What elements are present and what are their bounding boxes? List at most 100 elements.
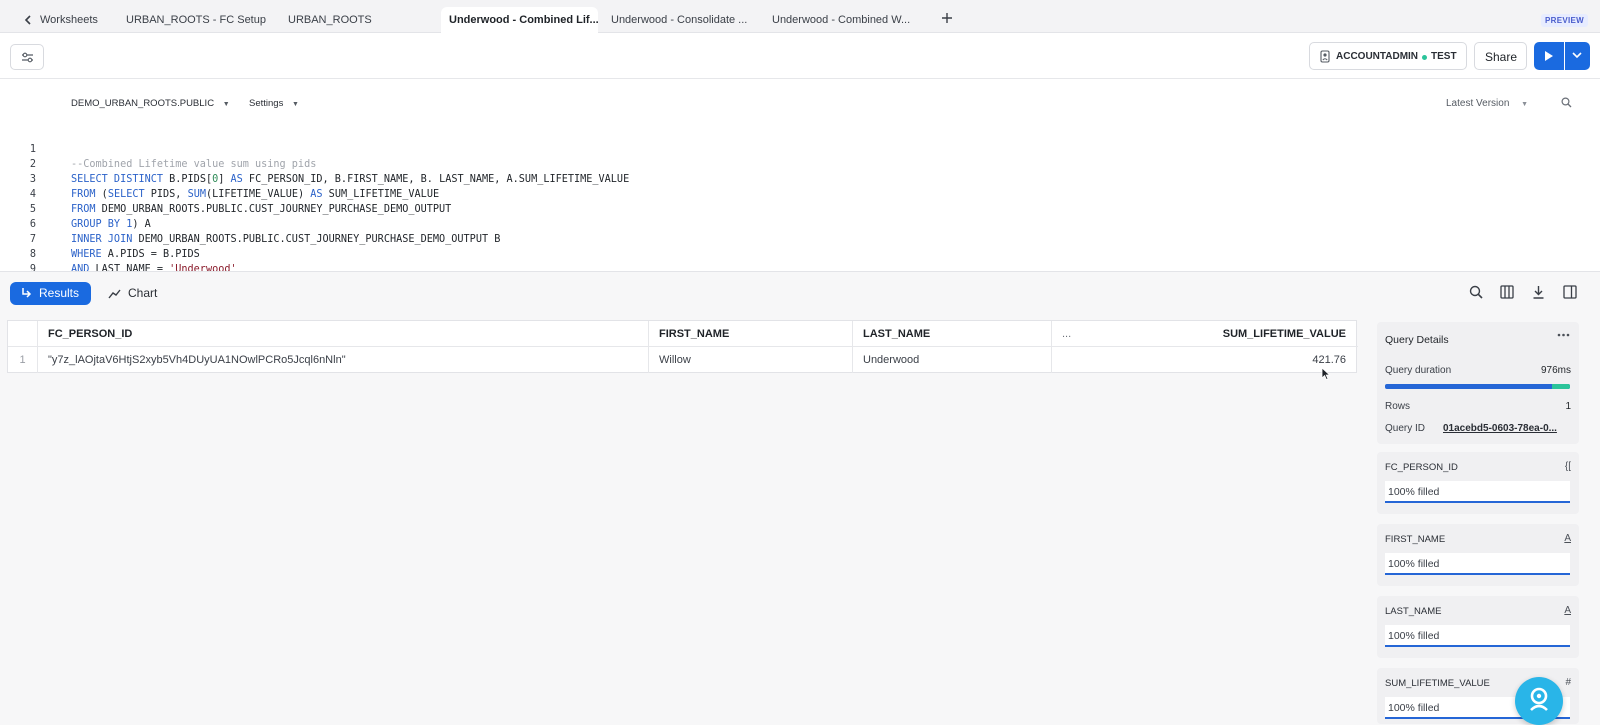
- column-card-title: FC_PERSON_ID: [1385, 462, 1458, 473]
- run-options-button[interactable]: [1565, 42, 1590, 70]
- sql-editor[interactable]: DEMO_URBAN_ROOTS.PUBLIC ▼ Settings ▼ Lat…: [0, 79, 1600, 272]
- column-fill-status: 100% filled: [1385, 625, 1570, 647]
- tab-underwood-consolidate[interactable]: Underwood - Consolidate ...: [603, 7, 755, 33]
- code-line: 8 AND LAST_NAME = 'Underwood': [0, 232, 237, 271]
- code-line: 1 --Combined Lifetime value sum using pi…: [0, 127, 316, 170]
- tab-label: URBAN_ROOTS: [288, 14, 372, 26]
- rows-label: Rows: [1385, 401, 1411, 412]
- warehouse-status-dot: [1422, 55, 1427, 60]
- tab-underwood-combined-lif[interactable]: Underwood - Combined Lif...: [441, 7, 598, 33]
- tab-label: Underwood - Consolidate ...: [611, 14, 748, 26]
- sliders-icon: [21, 52, 34, 63]
- tab-underwood-combined-w[interactable]: Underwood - Combined W...: [764, 7, 916, 33]
- line-chart-icon: [108, 288, 121, 299]
- column-fill-status: 100% filled: [1385, 481, 1570, 503]
- add-tab-icon[interactable]: [941, 12, 953, 24]
- settings-label: Settings: [249, 98, 284, 109]
- grid-header: FC_PERSON_ID FIRST_NAME LAST_NAME ... SU…: [8, 321, 1358, 347]
- settings-menu[interactable]: Settings ▼: [249, 98, 299, 109]
- query-id-label: Query ID: [1385, 423, 1426, 434]
- code-text: AND LAST_NAME = 'Underwood': [71, 264, 237, 272]
- tab-label: Underwood - Combined Lif...: [449, 14, 598, 26]
- columns-icon[interactable]: [1500, 285, 1514, 299]
- results-grid: FC_PERSON_ID FIRST_NAME LAST_NAME ... SU…: [7, 320, 1358, 373]
- column-header-first-name[interactable]: FIRST_NAME: [649, 321, 853, 347]
- text-type-icon: A: [1564, 605, 1571, 616]
- assistant-button[interactable]: [1515, 677, 1563, 725]
- column-header-fc-person-id[interactable]: FC_PERSON_ID: [38, 321, 649, 347]
- code-text: WHERE A.PIDS = B.PIDS: [71, 249, 200, 260]
- context-label: DEMO_URBAN_ROOTS.PUBLIC: [71, 98, 215, 109]
- query-id-link[interactable]: 01acebd5-0603-78ea-0...: [1443, 423, 1573, 434]
- column-card-last-name[interactable]: LAST_NAME A 100% filled: [1377, 596, 1579, 658]
- version-selector[interactable]: Latest Version ▼: [1446, 98, 1528, 109]
- table-row[interactable]: 1 "y7z_lAOjtaV6HtjS2xyb5Vh4DUyUA1NOwlPCR…: [8, 347, 1358, 373]
- code-text: FROM (SELECT PIDS, SUM(LIFETIME_VALUE) A…: [71, 189, 440, 200]
- query-duration-label: Query duration: [1385, 365, 1452, 376]
- code-text: INNER JOIN DEMO_URBAN_ROOTS.PUBLIC.CUST_…: [71, 234, 501, 245]
- tab-bar: Worksheets URBAN_ROOTS - FC Setup URBAN_…: [0, 0, 1600, 33]
- query-details-card: Query Details Query duration 976ms Rows …: [1377, 322, 1579, 444]
- row-number-header: [8, 321, 38, 347]
- column-fill-status: 100% filled: [1385, 553, 1570, 575]
- query-details-title: Query Details: [1385, 334, 1449, 346]
- editor-search-icon[interactable]: [1561, 97, 1572, 108]
- role-icon: [1320, 50, 1330, 63]
- role-warehouse-selector[interactable]: ACCOUNTADMIN TEST: [1309, 42, 1467, 70]
- column-header-sum-lifetime-value[interactable]: ... SUM_LIFETIME_VALUE: [1052, 321, 1356, 347]
- column-header-last-name[interactable]: LAST_NAME: [853, 321, 1052, 347]
- results-search-icon[interactable]: [1469, 285, 1483, 299]
- column-menu-icon[interactable]: ...: [1062, 321, 1071, 347]
- row-number: 1: [8, 347, 38, 373]
- results-tab[interactable]: Results: [10, 282, 91, 305]
- run-button[interactable]: [1534, 42, 1564, 70]
- cell-last-name[interactable]: Underwood: [853, 347, 1052, 373]
- code-line: 3 FROM (SELECT PIDS, SUM(LIFETIME_VALUE)…: [0, 157, 439, 200]
- share-button[interactable]: Share: [1474, 42, 1527, 70]
- cell-first-name[interactable]: Willow: [649, 347, 853, 373]
- code-text: --Combined Lifetime value sum using pids: [71, 159, 317, 170]
- code-line: 5 GROUP BY 1) A: [0, 187, 151, 230]
- split-panel-icon[interactable]: [1563, 285, 1577, 299]
- download-icon[interactable]: [1532, 285, 1545, 299]
- tab-worksheets[interactable]: Worksheets: [16, 7, 106, 33]
- caret-down-icon: ▼: [1521, 101, 1529, 108]
- role-label: ACCOUNTADMIN: [1336, 51, 1419, 62]
- results-arrow-icon: [20, 287, 32, 299]
- tab-urban-roots-fc-setup[interactable]: URBAN_ROOTS - FC Setup: [118, 7, 274, 33]
- column-card-title: SUM_LIFETIME_VALUE: [1385, 678, 1490, 689]
- caret-down-icon: ▼: [222, 101, 230, 108]
- mouse-cursor-icon: [1321, 367, 1331, 381]
- caret-down-icon: ▼: [291, 101, 299, 108]
- more-options-icon[interactable]: [1557, 333, 1570, 337]
- version-label: Latest Version: [1446, 98, 1510, 109]
- tab-label: URBAN_ROOTS - FC Setup: [126, 14, 266, 26]
- column-card-fc-person-id[interactable]: FC_PERSON_ID {[ 100% filled: [1377, 452, 1579, 514]
- results-toolbar: Results Chart: [0, 272, 1600, 312]
- code-line: 10: [0, 262, 25, 271]
- share-label: Share: [1485, 50, 1518, 64]
- tab-label: Underwood - Combined W...: [772, 14, 911, 26]
- column-card-first-name[interactable]: FIRST_NAME A 100% filled: [1377, 524, 1579, 586]
- rows-value: 1: [1565, 401, 1571, 412]
- code-text: GROUP BY 1) A: [71, 219, 151, 230]
- preview-badge: PREVIEW: [1541, 14, 1588, 27]
- filters-button[interactable]: [10, 44, 44, 70]
- code-line: 6 INNER JOIN DEMO_URBAN_ROOTS.PUBLIC.CUS…: [0, 202, 501, 245]
- query-duration-bar-tail: [1552, 384, 1570, 389]
- worksheet-toolbar: ACCOUNTADMIN TEST Share: [0, 33, 1600, 79]
- code-line: 2 SELECT DISTINCT B.PIDS[0] AS FC_PERSON…: [0, 142, 629, 185]
- results-label: Results: [39, 286, 80, 300]
- chevron-down-icon: [1572, 52, 1582, 59]
- tab-urban-roots[interactable]: URBAN_ROOTS: [280, 7, 380, 33]
- column-card-title: FIRST_NAME: [1385, 534, 1446, 545]
- warehouse-label: TEST: [1431, 51, 1457, 62]
- cell-fc-person-id[interactable]: "y7z_lAOjtaV6HtjS2xyb5Vh4DUyUA1NOwlPCRo5…: [38, 347, 649, 373]
- code-text: SELECT DISTINCT B.PIDS[0] AS FC_PERSON_I…: [71, 174, 630, 185]
- context-selector[interactable]: DEMO_URBAN_ROOTS.PUBLIC ▼: [71, 98, 230, 109]
- chart-tab[interactable]: Chart: [106, 282, 166, 305]
- code-line: 4 FROM DEMO_URBAN_ROOTS.PUBLIC.CUST_JOUR…: [0, 172, 451, 215]
- column-card-title: LAST_NAME: [1385, 606, 1442, 617]
- code-line: 9: [0, 247, 36, 271]
- cell-sum-lifetime-value[interactable]: 421.76: [1052, 347, 1356, 373]
